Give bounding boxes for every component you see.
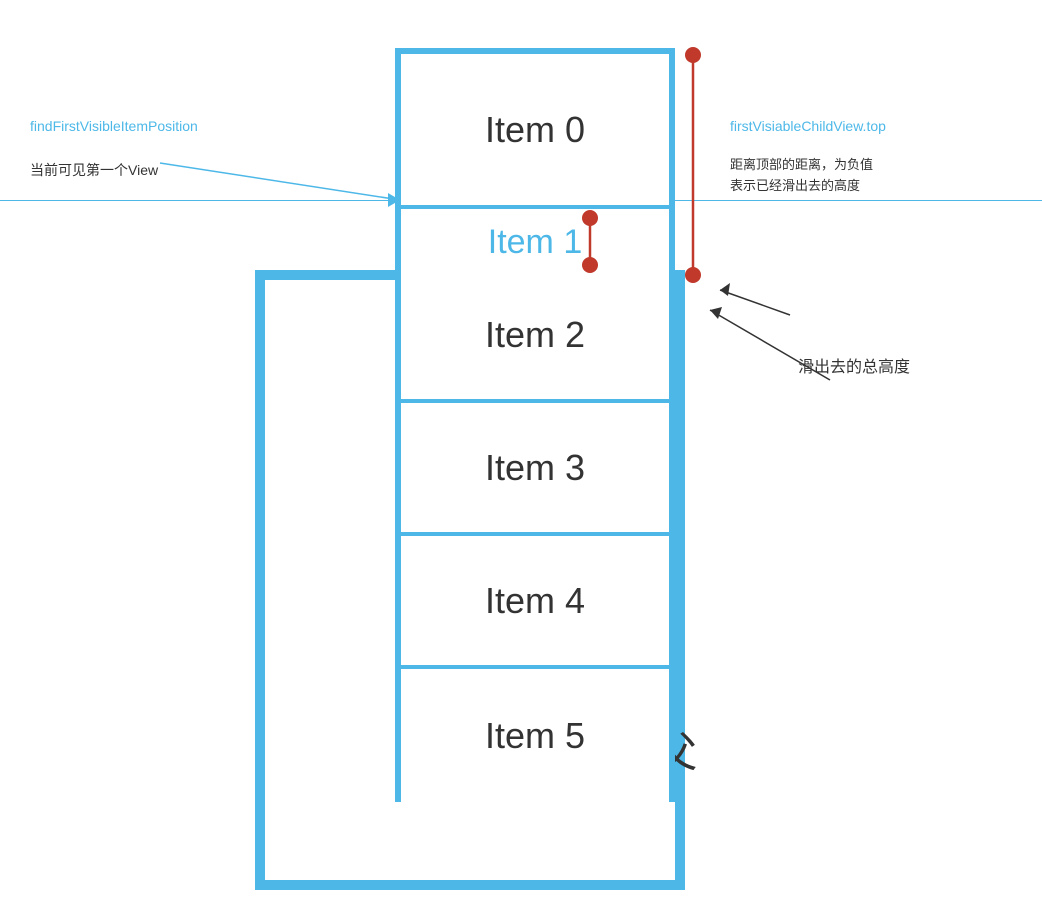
find-first-visible-label: findFirstVisibleItemPosition <box>30 118 198 134</box>
item-2-label: Item 2 <box>485 314 585 356</box>
list-item: Item 4 <box>395 536 675 669</box>
list-item: Item 3 <box>395 403 675 536</box>
item-0-label: Item 0 <box>485 109 585 151</box>
distance-description: 距离顶部的距离，为负值 表示已经滑出去的高度 <box>730 155 873 197</box>
item-5-label: Item 5 <box>485 715 585 757</box>
first-visible-child-label: firstVisiableChildView.top <box>730 118 886 134</box>
current-view-label: 当前可见第一个View <box>30 160 158 180</box>
total-scroll-label: 滑出去的总高度 <box>798 355 910 381</box>
list-item: Item 1 <box>401 209 669 279</box>
outer-items-list: Item 2 Item 3 Item 4 Item 5 <box>395 270 675 802</box>
item-1-label: Item 1 <box>488 223 582 262</box>
diagram: Item 0 Item 1 父容器 Item 2 Item 3 Item 4 I… <box>0 0 1042 916</box>
list-item: Item 2 <box>395 270 675 403</box>
list-item: Item 0 <box>401 54 669 209</box>
list-item: Item 5 <box>395 669 675 802</box>
item-4-label: Item 4 <box>485 580 585 622</box>
item-3-label: Item 3 <box>485 447 585 489</box>
